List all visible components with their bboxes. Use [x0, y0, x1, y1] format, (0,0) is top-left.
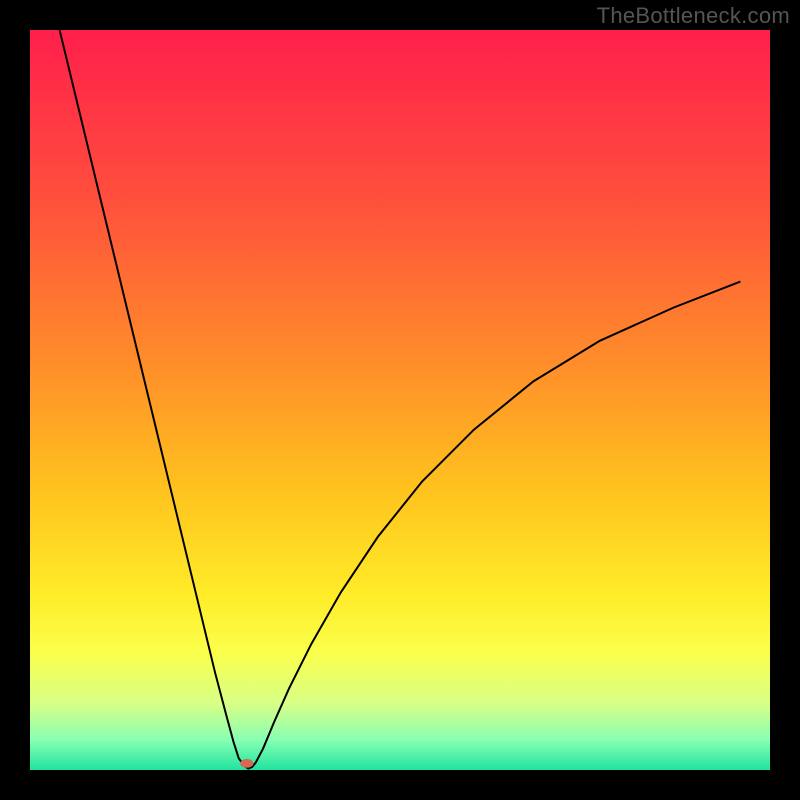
bottleneck-chart [0, 0, 800, 800]
optimal-point-marker [240, 759, 253, 768]
chart-frame: TheBottleneck.com [0, 0, 800, 800]
watermark-text: TheBottleneck.com [597, 3, 790, 29]
plot-background [30, 30, 770, 770]
